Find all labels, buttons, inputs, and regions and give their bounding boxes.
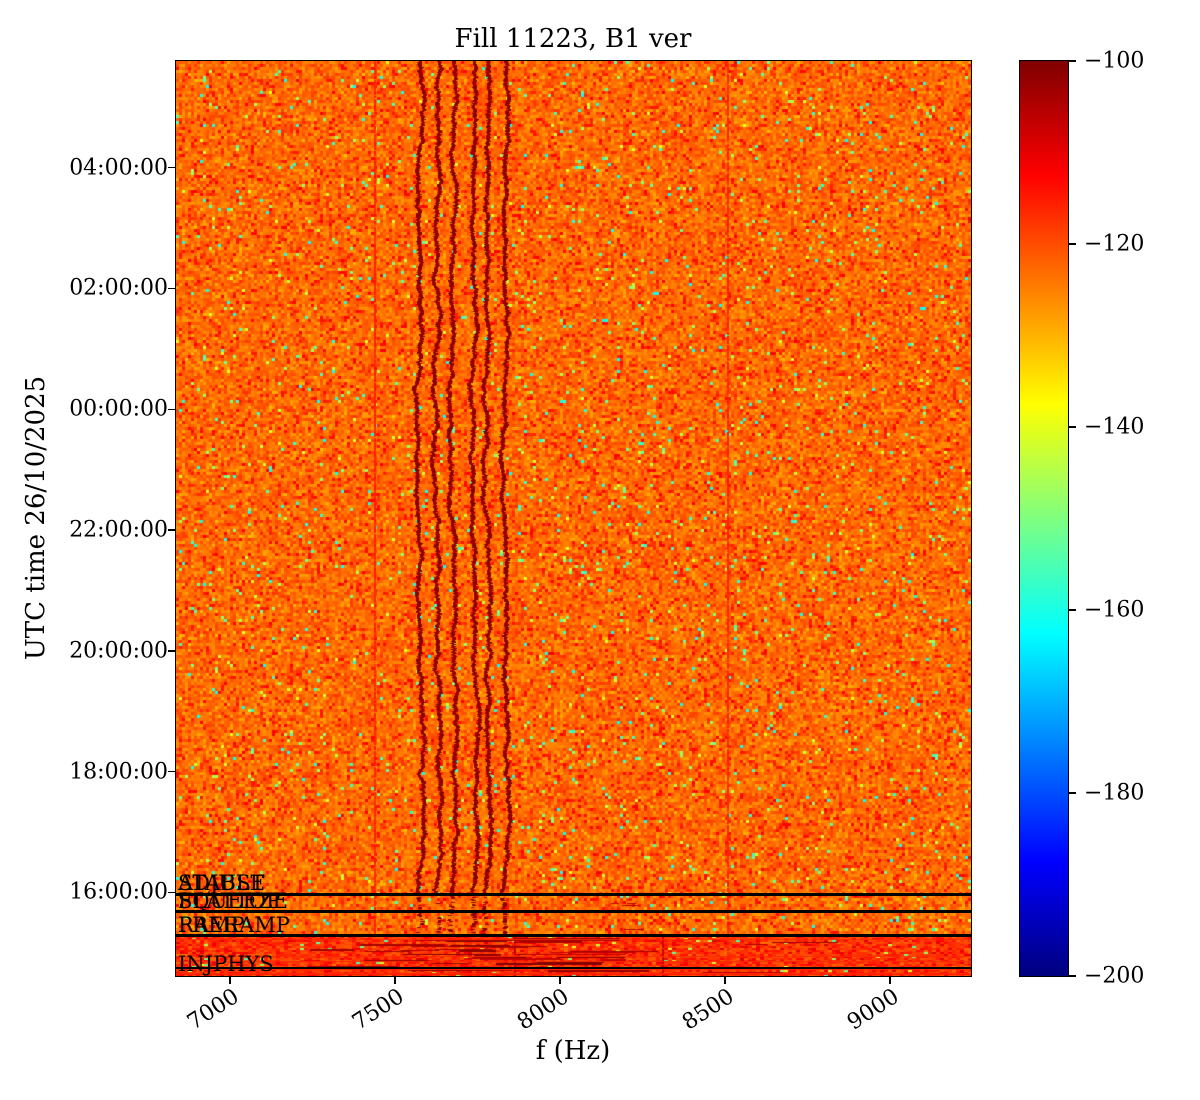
y-tick-label: 16:00:00 (28, 880, 168, 905)
colorbar-tick-mark (1069, 975, 1076, 977)
x-tick-label: 7500 (348, 984, 409, 1035)
y-tick-mark (168, 771, 176, 773)
beam-mode-label-ramp: RAMP (178, 914, 245, 936)
beam-mode-line (176, 967, 971, 969)
colorbar-tick-label: −140 (1084, 415, 1144, 440)
beam-mode-line (176, 893, 971, 896)
x-tick-label: 9000 (843, 984, 904, 1035)
y-tick-mark (168, 409, 176, 411)
y-tick-mark (168, 167, 176, 169)
beam-mode-label-flattop: FLATTOP (178, 890, 280, 912)
y-tick-label: 02:00:00 (28, 276, 168, 301)
spectrogram-figure: Fill 11223, B1 ver UTC time 26/10/2025 A… (0, 0, 1200, 1100)
colorbar-tick-label: −160 (1084, 598, 1144, 623)
x-axis-label: f (Hz) (536, 1036, 611, 1066)
colorbar-tick-label: −180 (1084, 781, 1144, 806)
colorbar-tick-mark (1069, 792, 1076, 794)
beam-mode-line (176, 934, 971, 937)
y-tick-label: 18:00:00 (28, 759, 168, 784)
y-tick-label: 20:00:00 (28, 638, 168, 663)
y-tick-mark (168, 288, 176, 290)
colorbar-tick-label: −100 (1084, 49, 1144, 74)
beam-mode-line (176, 910, 971, 913)
colorbar-tick-label: −120 (1084, 232, 1144, 257)
y-tick-label: 22:00:00 (28, 518, 168, 543)
x-tick-label: 8000 (513, 984, 574, 1035)
plot-frame (175, 60, 972, 977)
y-tick-mark (168, 529, 176, 531)
colorbar-gradient (1019, 60, 1069, 977)
y-tick-mark (168, 892, 176, 894)
colorbar-tick-mark (1069, 60, 1076, 62)
colorbar-tick-mark (1069, 426, 1076, 428)
y-tick-mark (168, 650, 176, 652)
colorbar-tick-mark (1069, 243, 1076, 245)
x-tick-label: 8500 (678, 984, 739, 1035)
chart-title: Fill 11223, B1 ver (455, 24, 692, 54)
x-tick-label: 7000 (183, 984, 244, 1035)
colorbar-tick-mark (1069, 609, 1076, 611)
colorbar-tick-label: −200 (1084, 964, 1144, 989)
y-tick-label: 04:00:00 (28, 155, 168, 180)
beam-mode-label-injphys: INJPHYS (178, 953, 274, 975)
y-tick-label: 00:00:00 (28, 397, 168, 422)
